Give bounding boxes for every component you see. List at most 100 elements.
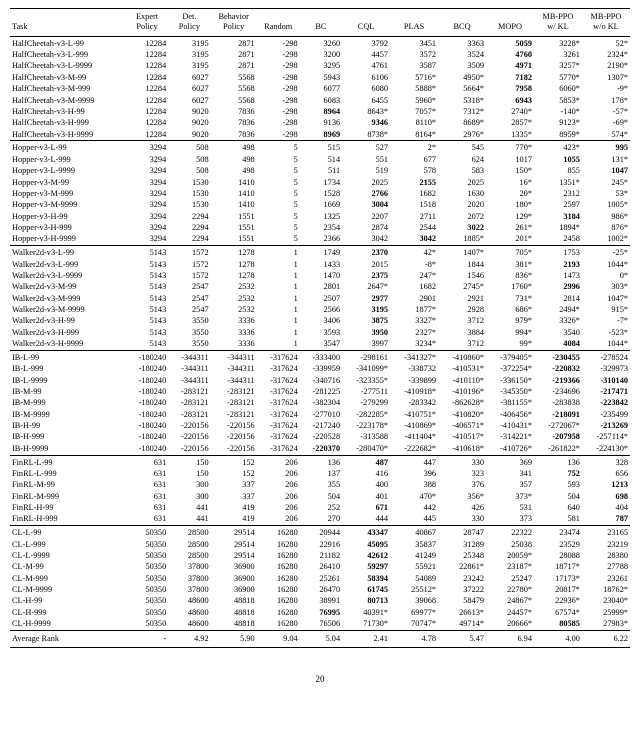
cell: 22861*	[438, 562, 486, 573]
table-row: IB-L-99-180240-344311-344311-317624-3334…	[10, 350, 630, 363]
cell: 5853*	[534, 95, 582, 106]
cell: 4950*	[438, 72, 486, 83]
cell: CL-M-9999	[10, 585, 126, 596]
cell: 270	[300, 514, 342, 526]
table-header: TaskExpertPolicyDet.PolicyBehaviorPolicy…	[10, 9, 630, 37]
cell: -219366	[534, 375, 582, 386]
cell: 328	[582, 455, 630, 468]
cell: 3042	[390, 234, 438, 246]
cell: -298	[257, 50, 300, 61]
cell: 4.00	[534, 631, 582, 648]
col-header: Det.Policy	[168, 9, 210, 37]
cell: -217240	[300, 421, 342, 432]
cell: -298	[257, 106, 300, 117]
cell: 25261	[300, 573, 342, 584]
table-row: Hopper-v3-M-9993294153014105152827661682…	[10, 188, 630, 199]
table-row: CL-L-99950350285002951416280229164509535…	[10, 539, 630, 550]
cell: 3550	[168, 316, 210, 327]
cell: 705*	[486, 246, 534, 259]
cell: 855	[534, 166, 582, 177]
cell: Hopper-v3-M-99	[10, 177, 126, 188]
cell: 3540	[534, 327, 582, 338]
cell: 2193	[534, 259, 582, 270]
cell: 2544	[390, 222, 438, 233]
cell: 26470	[300, 585, 342, 596]
cell: 8643*	[342, 106, 390, 117]
cell: 6027	[168, 95, 210, 106]
cell: 2294	[168, 234, 210, 246]
cell: -218091	[534, 409, 582, 420]
cell: 511	[300, 166, 342, 177]
cell: 400	[342, 480, 390, 491]
table-row: FinRL-L-99631150152206136487447330369136…	[10, 455, 630, 468]
cell: -314221*	[486, 432, 534, 443]
cell: -213269	[582, 421, 630, 432]
cell: 2507	[300, 293, 342, 304]
cell: Hopper-v3-H-9999	[10, 234, 126, 246]
cell: -298	[257, 84, 300, 95]
cell: 9136	[300, 118, 342, 129]
cell: 12284	[126, 106, 168, 117]
cell: CL-L-999	[10, 539, 126, 550]
cell: 1335*	[486, 129, 534, 141]
cell: -283121	[168, 398, 210, 409]
cell: -217471	[582, 387, 630, 398]
cell: 373*	[486, 491, 534, 502]
cell: -341327*	[390, 350, 438, 363]
cell: 5143	[126, 246, 168, 259]
cell: 300	[168, 491, 210, 502]
cell: -411404*	[390, 432, 438, 443]
cell: 76995	[300, 607, 342, 618]
cell: HalfCheetah-v3-M-9999	[10, 95, 126, 106]
cell: 7182	[486, 72, 534, 83]
cell: -220528	[300, 432, 342, 443]
cell: 508	[168, 154, 210, 165]
cell: Average Rank	[10, 631, 126, 648]
cell: 2857*	[486, 118, 534, 129]
cell: 3295	[300, 61, 342, 72]
cell: 1753	[534, 246, 582, 259]
cell: CL-H-9999	[10, 619, 126, 631]
cell: 2871	[211, 36, 257, 49]
cell: -344311	[211, 350, 257, 363]
cell: 6077	[300, 84, 342, 95]
cell: -283342	[390, 398, 438, 409]
cell: 337	[211, 480, 257, 491]
cell: -410531*	[438, 364, 486, 375]
cell: 24867*	[486, 596, 534, 607]
cell: 442	[390, 503, 438, 514]
cell: 770*	[486, 141, 534, 154]
cell: 16280	[257, 562, 300, 573]
cell: 731*	[486, 293, 534, 304]
cell: 2532	[211, 282, 257, 293]
cell: 8738*	[342, 129, 390, 141]
cell: Hopper-v3-L-99	[10, 141, 126, 154]
cell: 28380	[582, 551, 630, 562]
cell: 5143	[126, 259, 168, 270]
cell: 8959*	[534, 129, 582, 141]
cell: 574*	[582, 129, 630, 141]
cell: 3234*	[390, 339, 438, 351]
cell: 247*	[390, 270, 438, 281]
cell: IB-M-99	[10, 387, 126, 398]
cell: 3550	[168, 339, 210, 351]
cell: 2928	[438, 304, 486, 315]
cell: 7312*	[438, 106, 486, 117]
cell: 28500	[168, 539, 210, 550]
cell: 631	[126, 503, 168, 514]
cell: 50350	[126, 539, 168, 550]
cell: 1530	[168, 188, 210, 199]
cell: 20*	[486, 188, 534, 199]
cell: 20666*	[486, 619, 534, 631]
cell: 69977*	[390, 607, 438, 618]
cell: 631	[126, 455, 168, 468]
cell: 4.78	[390, 631, 438, 648]
cell: 2547	[168, 304, 210, 315]
cell: -313588	[342, 432, 390, 443]
cell: Hopper-v3-H-999	[10, 222, 126, 233]
col-header: MB-PPOw/ KL	[534, 9, 582, 37]
cell: 31289	[438, 539, 486, 550]
cell: 376	[438, 480, 486, 491]
cell: 2814	[534, 293, 582, 304]
cell: -57*	[582, 106, 630, 117]
